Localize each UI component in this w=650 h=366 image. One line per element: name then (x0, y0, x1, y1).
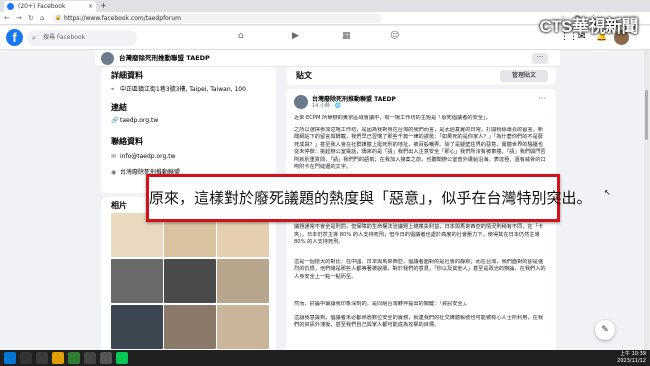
posts-header: 貼文 管理貼文 (286, 67, 556, 85)
email-icon: ✉ (111, 153, 117, 160)
facebook-main-nav: ⌂ ▶ ▦ ☺ (230, 29, 410, 47)
home-nav-icon[interactable]: ⌂ (238, 31, 244, 41)
video-nav-icon[interactable]: ▶ (292, 31, 299, 41)
news-caption-text: 原來，這樣對於廢死議題的熱度與「惡意」，似乎在台灣特別突出。 (149, 189, 592, 207)
messenger-small-icon: ◉ (111, 169, 117, 176)
tab-bar: (20+) Facebook × + (0, 0, 650, 12)
task-view-icon[interactable] (36, 352, 48, 364)
app-icon[interactable] (100, 352, 112, 364)
chrome-icon[interactable] (68, 352, 80, 364)
post-paragraph: 這讓我意識到，倡議者未必都熟悉數位安全的實務，就連我們的社交媒體帳號也可能被有心… (294, 315, 544, 329)
photo-thumbnail[interactable] (111, 305, 163, 349)
cts-news-logo: CTS華視新聞 (539, 17, 639, 36)
windows-taskbar: 上午 10:39 2023/11/12 (0, 350, 650, 366)
photos-heading: 相片 (111, 201, 127, 210)
windows-start-icon[interactable] (4, 352, 16, 364)
forward-icon[interactable]: → (16, 13, 22, 24)
facebook-favicon-icon (7, 3, 14, 10)
post-paragraph: 之所以選擇參加這場工作坊，是因為我對身在台灣的我們而言，是太過真實的日常。打開粉… (294, 127, 546, 171)
email-row[interactable]: ✉ info@taedp.org.tw (111, 153, 176, 160)
website-row[interactable]: 🔗 taedp.org.tw (111, 117, 158, 124)
photo-thumbnail[interactable] (164, 305, 216, 349)
details-heading: 詳細資料 (111, 71, 143, 80)
email-link[interactable]: info@taedp.org.tw (120, 153, 176, 160)
manage-posts-button[interactable]: 管理貼文 (500, 70, 548, 82)
url-input[interactable]: 🔒 https://www.facebook.com/taedpforum (52, 14, 382, 23)
lock-icon: 🔒 (55, 15, 62, 21)
reload-icon[interactable]: ↻ (28, 13, 34, 24)
system-clock[interactable]: 上午 10:39 2023/11/12 (617, 351, 646, 365)
url-text: https://www.facebook.com/taedpforum (64, 15, 181, 22)
clock-date: 2023/11/12 (617, 358, 646, 364)
posts-heading: 貼文 (296, 71, 312, 80)
app-icon[interactable] (84, 352, 96, 364)
post-paragraph: 中國的事件分享，排除涉及特殊的敏感組織；否則一般非政府組織其實並不會意識，而在他… (294, 217, 544, 246)
address-text: 中正區鎮江街1巷3號3樓, Taipei, Taiwan, 100 (120, 86, 246, 93)
new-tab-button[interactable]: + (100, 0, 107, 12)
page-switcher-bar: 台灣廢除死刑推動聯盟 TAEDP ··· (95, 50, 560, 67)
post-author-avatar[interactable] (294, 95, 308, 109)
photo-thumbnail[interactable] (164, 259, 216, 303)
website-link[interactable]: taedp.org.tw (120, 117, 158, 124)
photo-thumbnail[interactable] (217, 259, 269, 303)
photo-thumbnail[interactable] (111, 259, 163, 303)
facebook-logo[interactable]: f (6, 29, 23, 46)
search-placeholder: 搜尋 Facebook (43, 34, 86, 41)
links-heading: 連結 (111, 103, 127, 112)
contact-heading: 聯絡資料 (111, 137, 143, 146)
tab-facebook[interactable]: (20+) Facebook × (4, 1, 96, 12)
page-scrollbar[interactable] (644, 50, 649, 350)
page-name[interactable]: 台灣廢除死刑推動聯盟 TAEDP (119, 50, 210, 67)
file-explorer-icon[interactable] (52, 352, 64, 364)
tab-title: (20+) Facebook (18, 3, 66, 10)
page-more-button[interactable]: ··· (532, 53, 548, 64)
photo-thumbnail[interactable] (217, 305, 269, 349)
address-row: ⌖ 中正區鎮江街1巷3號3樓, Taipei, Taiwan, 100 (111, 84, 246, 94)
facebook-search-input[interactable]: ⌕ 搜尋 Facebook (27, 30, 137, 46)
marketplace-nav-icon[interactable]: ▦ (342, 31, 351, 41)
search-taskbar-icon[interactable] (20, 352, 32, 364)
post-timestamp[interactable]: 14 小時 · 🌐 (312, 102, 341, 109)
page-avatar[interactable] (101, 52, 114, 65)
scrollbar-thumb[interactable] (645, 90, 648, 140)
link-icon: 🔗 (111, 117, 119, 124)
search-icon: ⌕ (32, 34, 36, 42)
groups-nav-icon[interactable]: ☺ (390, 31, 399, 41)
post-paragraph: 然而，討論中最讓我印象深刻的，是同組台灣夥伴提出的關鍵：「資訊安全」。 (294, 301, 471, 307)
back-icon[interactable]: ← (4, 13, 10, 24)
news-caption-box: 原來，這樣對於廢死議題的熱度與「惡意」，似乎在台灣特別突出。 (146, 174, 592, 222)
close-tab-icon[interactable]: × (88, 1, 93, 12)
mouse-cursor-icon: ↖ (604, 188, 611, 197)
home-icon[interactable]: ⌂ (40, 13, 44, 24)
location-pin-icon: ⌖ (111, 86, 115, 93)
post-options-button[interactable]: ··· (538, 94, 546, 103)
clock-time: 上午 10:39 (620, 351, 646, 357)
compose-edit-button[interactable]: ✎ (595, 320, 615, 340)
post-paragraph: 這是一個很大的對比：在中國、日本與馬來西亞，倡議者面對的是社會的靜默；而在台灣，… (294, 259, 546, 280)
post-paragraph: 近來 ECPM 所舉辦的東京區域會議中，有一場工作坊的主題是「廢死倡議者的安全」… (294, 115, 491, 121)
line-icon[interactable] (116, 352, 128, 364)
